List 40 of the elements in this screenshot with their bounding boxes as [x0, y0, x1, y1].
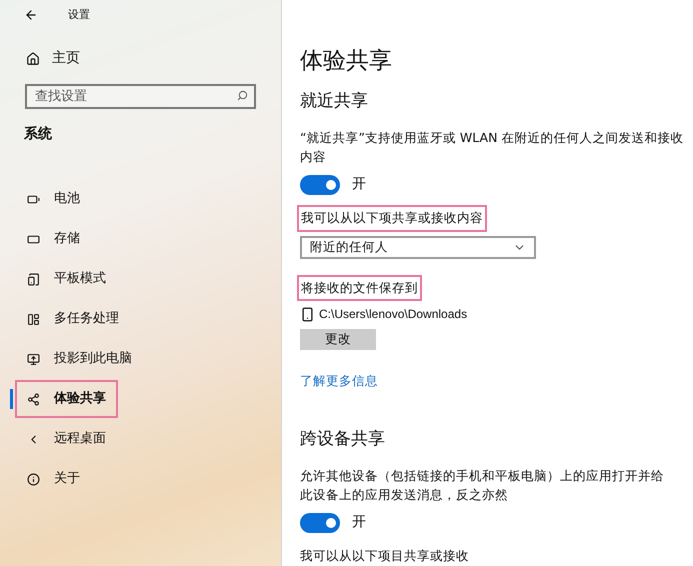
learn-more-link[interactable]: 了解更多信息 [300, 372, 378, 391]
sidebar-item[interactable]: 多任务处理 [15, 300, 131, 338]
sidebar-item[interactable]: 存储 [15, 220, 92, 258]
description: “就近共享”支持使用蓝牙或 WLAN 在附近的任何人之间发送和接收内容 [300, 129, 684, 166]
info-icon [27, 472, 40, 486]
device-icon [300, 306, 315, 322]
change-button[interactable]: 更改 [300, 329, 376, 350]
folder-path: C:\Users\lenovo\Downloads [319, 306, 468, 324]
sidebar-item[interactable]: 远程桌面 [15, 420, 118, 458]
description: 允许其他设备（包括链接的手机和平板电脑）上的应用打开并给此设备上的应用发送消息，反之亦然 [300, 467, 665, 504]
toggle-label: 开 [352, 175, 366, 194]
tablet-icon [27, 272, 40, 286]
section-heading: 就近共享 [300, 90, 369, 112]
sidebar-item[interactable]: 体验共享 [15, 380, 118, 418]
panels-icon [27, 312, 40, 326]
share-icon [27, 392, 40, 406]
monitor-icon [27, 352, 40, 366]
window-title: 设置 [68, 6, 90, 23]
toggle-switch[interactable] [300, 174, 340, 194]
sidebar-item[interactable]: 投影到此电脑 [15, 340, 144, 378]
search-icon [237, 90, 248, 101]
toggle-switch[interactable] [300, 512, 340, 533]
field-label: 我可以从以下项共享或接收内容 [297, 205, 487, 232]
home-link[interactable]: 主页 [0, 48, 281, 69]
page-title: 体验共享 [300, 47, 393, 76]
section-heading: 跨设备共享 [300, 428, 386, 451]
battery-icon [27, 192, 40, 206]
drive-icon [27, 232, 40, 246]
sidebar-item[interactable]: 关于 [15, 460, 92, 498]
selection-bar [10, 389, 13, 409]
back-icon[interactable] [24, 8, 38, 22]
field-label: 将接收的文件保存到 [297, 274, 422, 302]
toggle-label: 开 [352, 513, 366, 532]
dropdown[interactable]: 附近的任何人 [300, 236, 536, 258]
search-field[interactable]: 查找设置 [25, 84, 256, 109]
sidebar-item[interactable]: 电池 [15, 180, 92, 218]
section-title: 系统 [23, 125, 53, 144]
home-icon [26, 52, 40, 66]
sidebar-item[interactable]: 平板模式 [15, 260, 118, 298]
field-label: 我可以从以下项目共享或接收 [300, 547, 470, 566]
